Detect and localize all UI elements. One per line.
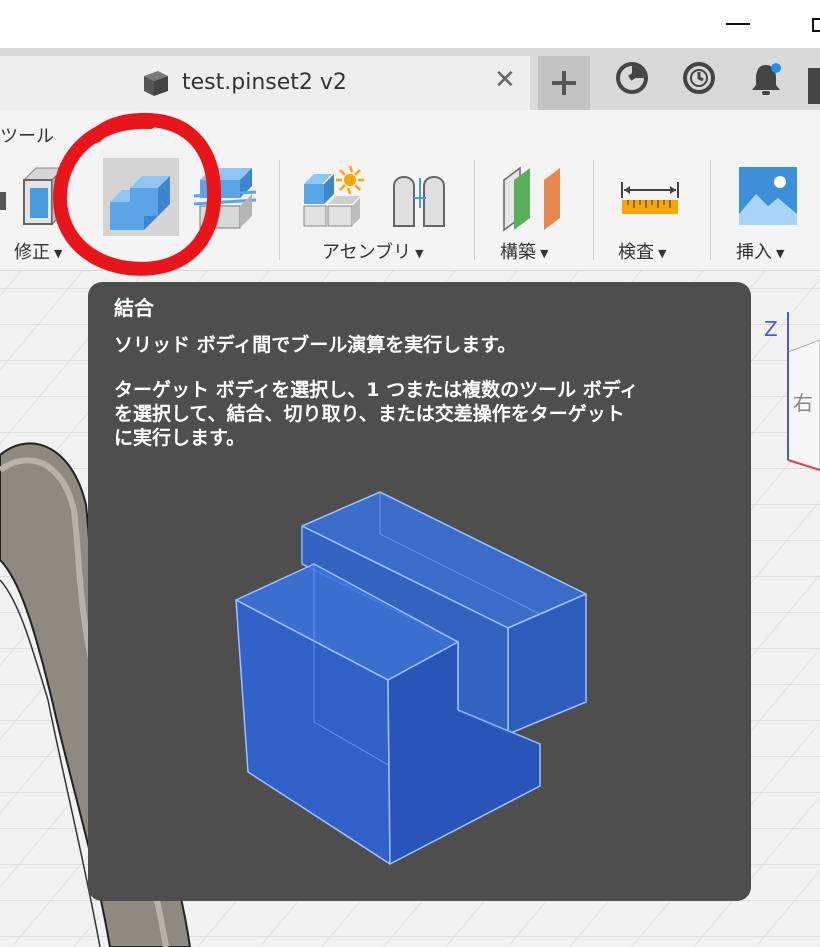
viewcube-axis-z: Z — [764, 317, 778, 341]
fillet-shell-icon[interactable] — [22, 166, 66, 228]
new-tab-icon — [552, 71, 576, 95]
insert-group-label[interactable]: 挿入 ▼ — [736, 238, 784, 264]
tooltip-description: ソリッド ボディ間でブール演算を実行します。 — [114, 334, 517, 356]
toolbar-separator — [593, 160, 594, 260]
window-title-bar — [0, 0, 820, 48]
toolbar: ツール 修正 ▼ アセンブリ ▼ 構築 ▼ 検査 ▼ 挿入 ▼ — [0, 110, 820, 271]
combine-tooltip: 結合 ソリッド ボディ間でブール演算を実行します。 ターゲット ボディを選択し、… — [88, 282, 751, 901]
document-title: test.pinset2 v2 — [182, 70, 347, 95]
tooltip-detail-line: ターゲット ボディを選択し、1 つまたは複数のツール ボディ — [114, 379, 639, 401]
toolbar-separator — [474, 160, 475, 260]
joint-icon[interactable] — [388, 168, 452, 230]
toolbar-separator — [279, 160, 280, 260]
combine-illustration — [235, 491, 587, 865]
minimize-icon[interactable] — [726, 23, 750, 25]
tab-tools[interactable]: ツール — [0, 122, 54, 148]
inspect-group-label[interactable]: 検査 ▼ — [618, 238, 666, 264]
tooltip-title: 結合 — [114, 296, 154, 320]
maximize-icon[interactable] — [812, 18, 820, 32]
measure-icon[interactable] — [620, 178, 680, 218]
job-status-icon[interactable] — [614, 60, 650, 96]
insert-image-icon[interactable] — [738, 166, 798, 226]
combine-icon[interactable] — [108, 168, 174, 234]
close-tab-icon[interactable]: ✕ — [494, 67, 516, 93]
viewcube-face-label[interactable]: 右 — [793, 387, 813, 416]
tooltip-detail-line: に実行します。 — [114, 427, 246, 449]
split-body-icon[interactable] — [194, 166, 256, 230]
history-clock-icon[interactable] — [681, 60, 717, 96]
press-pull-icon[interactable] — [0, 180, 8, 220]
new-component-icon[interactable] — [300, 166, 366, 230]
tooltip-detail-line: を選択して、結合、切り取り、または交差操作をターゲット — [114, 403, 625, 425]
document-tab-bar: test.pinset2 v2 ✕ — [0, 48, 820, 110]
document-tab[interactable]: test.pinset2 v2 ✕ — [0, 56, 530, 110]
modify-group-label[interactable]: 修正 ▼ — [14, 238, 62, 264]
construct-group-label[interactable]: 構築 ▼ — [500, 238, 548, 264]
overflow-icon[interactable] — [808, 68, 820, 104]
assembly-group-label[interactable]: アセンブリ ▼ — [322, 238, 424, 264]
notifications-bell-icon[interactable] — [748, 60, 784, 98]
offset-plane-icon[interactable] — [500, 166, 566, 232]
new-tab-button[interactable] — [538, 56, 590, 110]
toolbar-separator — [710, 160, 711, 260]
tooltip-detail: ターゲット ボディを選択し、1 つまたは複数のツール ボディ を選択して、結合、… — [114, 378, 724, 450]
document-cube-icon — [144, 71, 168, 96]
